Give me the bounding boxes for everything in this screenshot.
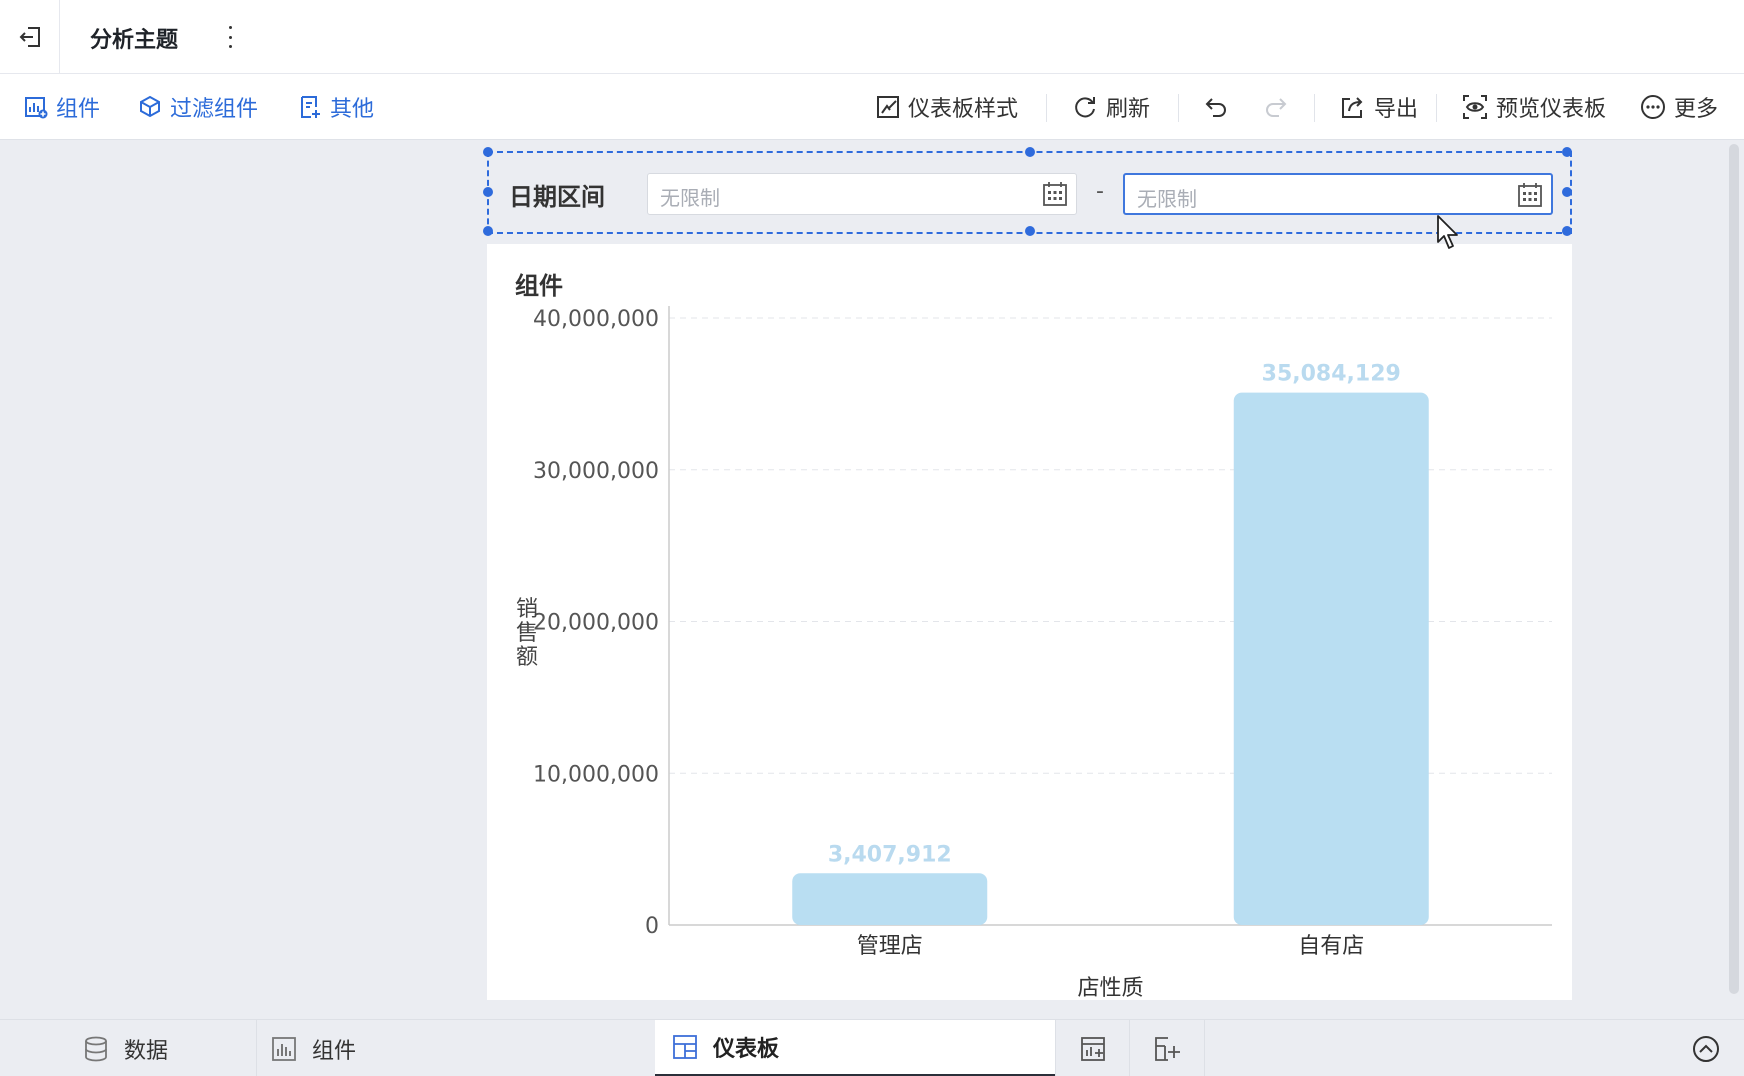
- start-date-placeholder: 无限制: [660, 186, 720, 210]
- header-bar: 分析主题: [0, 0, 1744, 74]
- database-icon: [85, 1036, 107, 1061]
- exit-button[interactable]: [0, 0, 60, 74]
- bottom-tab-bar: 数据 组件 仪表板: [0, 1019, 1744, 1076]
- data-label: 35,084,129: [1262, 362, 1401, 387]
- add-dashboard-tab-button[interactable]: [1130, 1020, 1204, 1076]
- more-label: 更多: [1674, 97, 1719, 122]
- add-component-label: 组件: [56, 97, 101, 122]
- preview-icon: [1463, 95, 1487, 119]
- refresh-button[interactable]: 刷新: [1072, 74, 1150, 140]
- add-other-button[interactable]: 其他: [298, 74, 374, 140]
- redo-icon: [1266, 98, 1287, 117]
- bar-chart-icon: [272, 1036, 296, 1061]
- mouse-cursor-icon: [1437, 215, 1458, 249]
- data-label: 3,407,912: [828, 842, 952, 867]
- x-tick-label: 管理店: [857, 934, 923, 959]
- calendar-icon[interactable]: [1517, 182, 1543, 208]
- preview-dashboard-label: 预览仪表板: [1496, 97, 1607, 122]
- bar-chart: 0 10,000,000 20,000,000 30,000,000 40,000,00…: [516, 306, 1552, 1000]
- x-axis-title: 店性质: [1077, 976, 1143, 1000]
- add-other-label: 其他: [330, 97, 375, 122]
- dashboard-style-button[interactable]: 仪表板样式: [876, 74, 1018, 140]
- add-component-icon: [1080, 1036, 1105, 1061]
- dashboard-icon: [673, 1035, 697, 1059]
- add-dashboard-icon: [1155, 1036, 1180, 1061]
- y-axis-title: 销售额: [516, 597, 538, 670]
- collapse-panel-button[interactable]: [1688, 1020, 1724, 1076]
- refresh-icon: [1075, 97, 1095, 118]
- export-button[interactable]: 导出: [1340, 74, 1418, 140]
- undo-button[interactable]: [1204, 74, 1230, 140]
- tab-data[interactable]: 数据: [84, 1020, 168, 1076]
- export-label: 导出: [1374, 97, 1419, 122]
- resize-handle[interactable]: [483, 226, 493, 236]
- y-tick-label: 30,000,000: [533, 459, 659, 484]
- x-tick-label: 自有店: [1298, 934, 1364, 959]
- export-icon: [1342, 97, 1363, 118]
- tab-dashboard-label: 仪表板: [713, 1037, 780, 1062]
- tab-dashboard[interactable]: 仪表板: [655, 1020, 1055, 1076]
- tab-divider: [256, 1020, 257, 1076]
- y-tick-label: 40,000,000: [533, 307, 659, 332]
- bar: [792, 873, 988, 925]
- toolbar-divider: [1436, 94, 1437, 122]
- y-tick-label: 0: [645, 914, 659, 939]
- resize-handle[interactable]: [1562, 187, 1572, 197]
- tab-component[interactable]: 组件: [272, 1020, 356, 1076]
- app-window: 分析主题 组件 过滤组件 其他 仪表板样式 刷新 导出 预览仪表板 更多 日期区…: [0, 0, 1744, 1076]
- dashboard-style-label: 仪表板样式: [908, 97, 1019, 122]
- resize-handle[interactable]: [483, 147, 493, 157]
- resize-handle[interactable]: [1025, 226, 1035, 236]
- end-date-input[interactable]: 无限制: [1123, 173, 1553, 215]
- chart-component-card[interactable]: 组件 0 10,000,000 20,000,000 30,000,000 40,000…: [487, 244, 1572, 1000]
- calendar-icon[interactable]: [1042, 181, 1068, 207]
- end-date-placeholder: 无限制: [1137, 187, 1197, 211]
- date-range-filter-widget[interactable]: 日期区间 无限制 - 无限制: [483, 147, 1572, 236]
- add-filter-label: 过滤组件: [170, 97, 259, 122]
- tab-divider: [1204, 1020, 1205, 1076]
- toolbar-divider: [1046, 94, 1047, 122]
- toolbar-divider: [1314, 94, 1315, 122]
- more-button[interactable]: 更多: [1640, 74, 1718, 140]
- add-component-button[interactable]: 组件: [24, 74, 100, 140]
- filter-cube-icon: [140, 95, 160, 118]
- range-separator: -: [1096, 179, 1104, 204]
- resize-handle[interactable]: [1562, 147, 1572, 157]
- add-component-tab-button[interactable]: [1056, 1020, 1129, 1076]
- resize-handle[interactable]: [1562, 226, 1572, 236]
- add-chart-icon: [25, 97, 48, 119]
- bar: [1233, 392, 1429, 925]
- kebab-icon[interactable]: [224, 26, 236, 48]
- add-doc-icon: [301, 96, 320, 118]
- y-tick-label: 10,000,000: [533, 762, 659, 787]
- redo-button[interactable]: [1262, 74, 1288, 140]
- more-icon: [1641, 95, 1665, 119]
- tab-data-label: 数据: [124, 1038, 169, 1064]
- resize-handle[interactable]: [1025, 147, 1035, 157]
- resize-handle[interactable]: [483, 187, 493, 197]
- undo-icon: [1205, 98, 1226, 117]
- exit-icon: [19, 27, 40, 47]
- toolbar-divider: [1178, 94, 1179, 122]
- style-icon: [877, 96, 899, 118]
- page-title: 分析主题: [90, 28, 179, 53]
- preview-dashboard-button[interactable]: 预览仪表板: [1462, 74, 1606, 140]
- tab-component-label: 组件: [312, 1038, 357, 1064]
- refresh-label: 刷新: [1106, 97, 1151, 122]
- y-tick-label: 20,000,000: [533, 611, 659, 636]
- scrollbar-thumb[interactable]: [1729, 144, 1739, 994]
- collapse-up-icon: [1693, 1035, 1719, 1062]
- add-filter-button[interactable]: 过滤组件: [138, 74, 258, 140]
- toolbar: 组件 过滤组件 其他 仪表板样式 刷新 导出 预览仪表板 更多: [0, 74, 1744, 140]
- start-date-input[interactable]: 无限制: [647, 173, 1077, 215]
- filter-label: 日期区间: [509, 183, 605, 211]
